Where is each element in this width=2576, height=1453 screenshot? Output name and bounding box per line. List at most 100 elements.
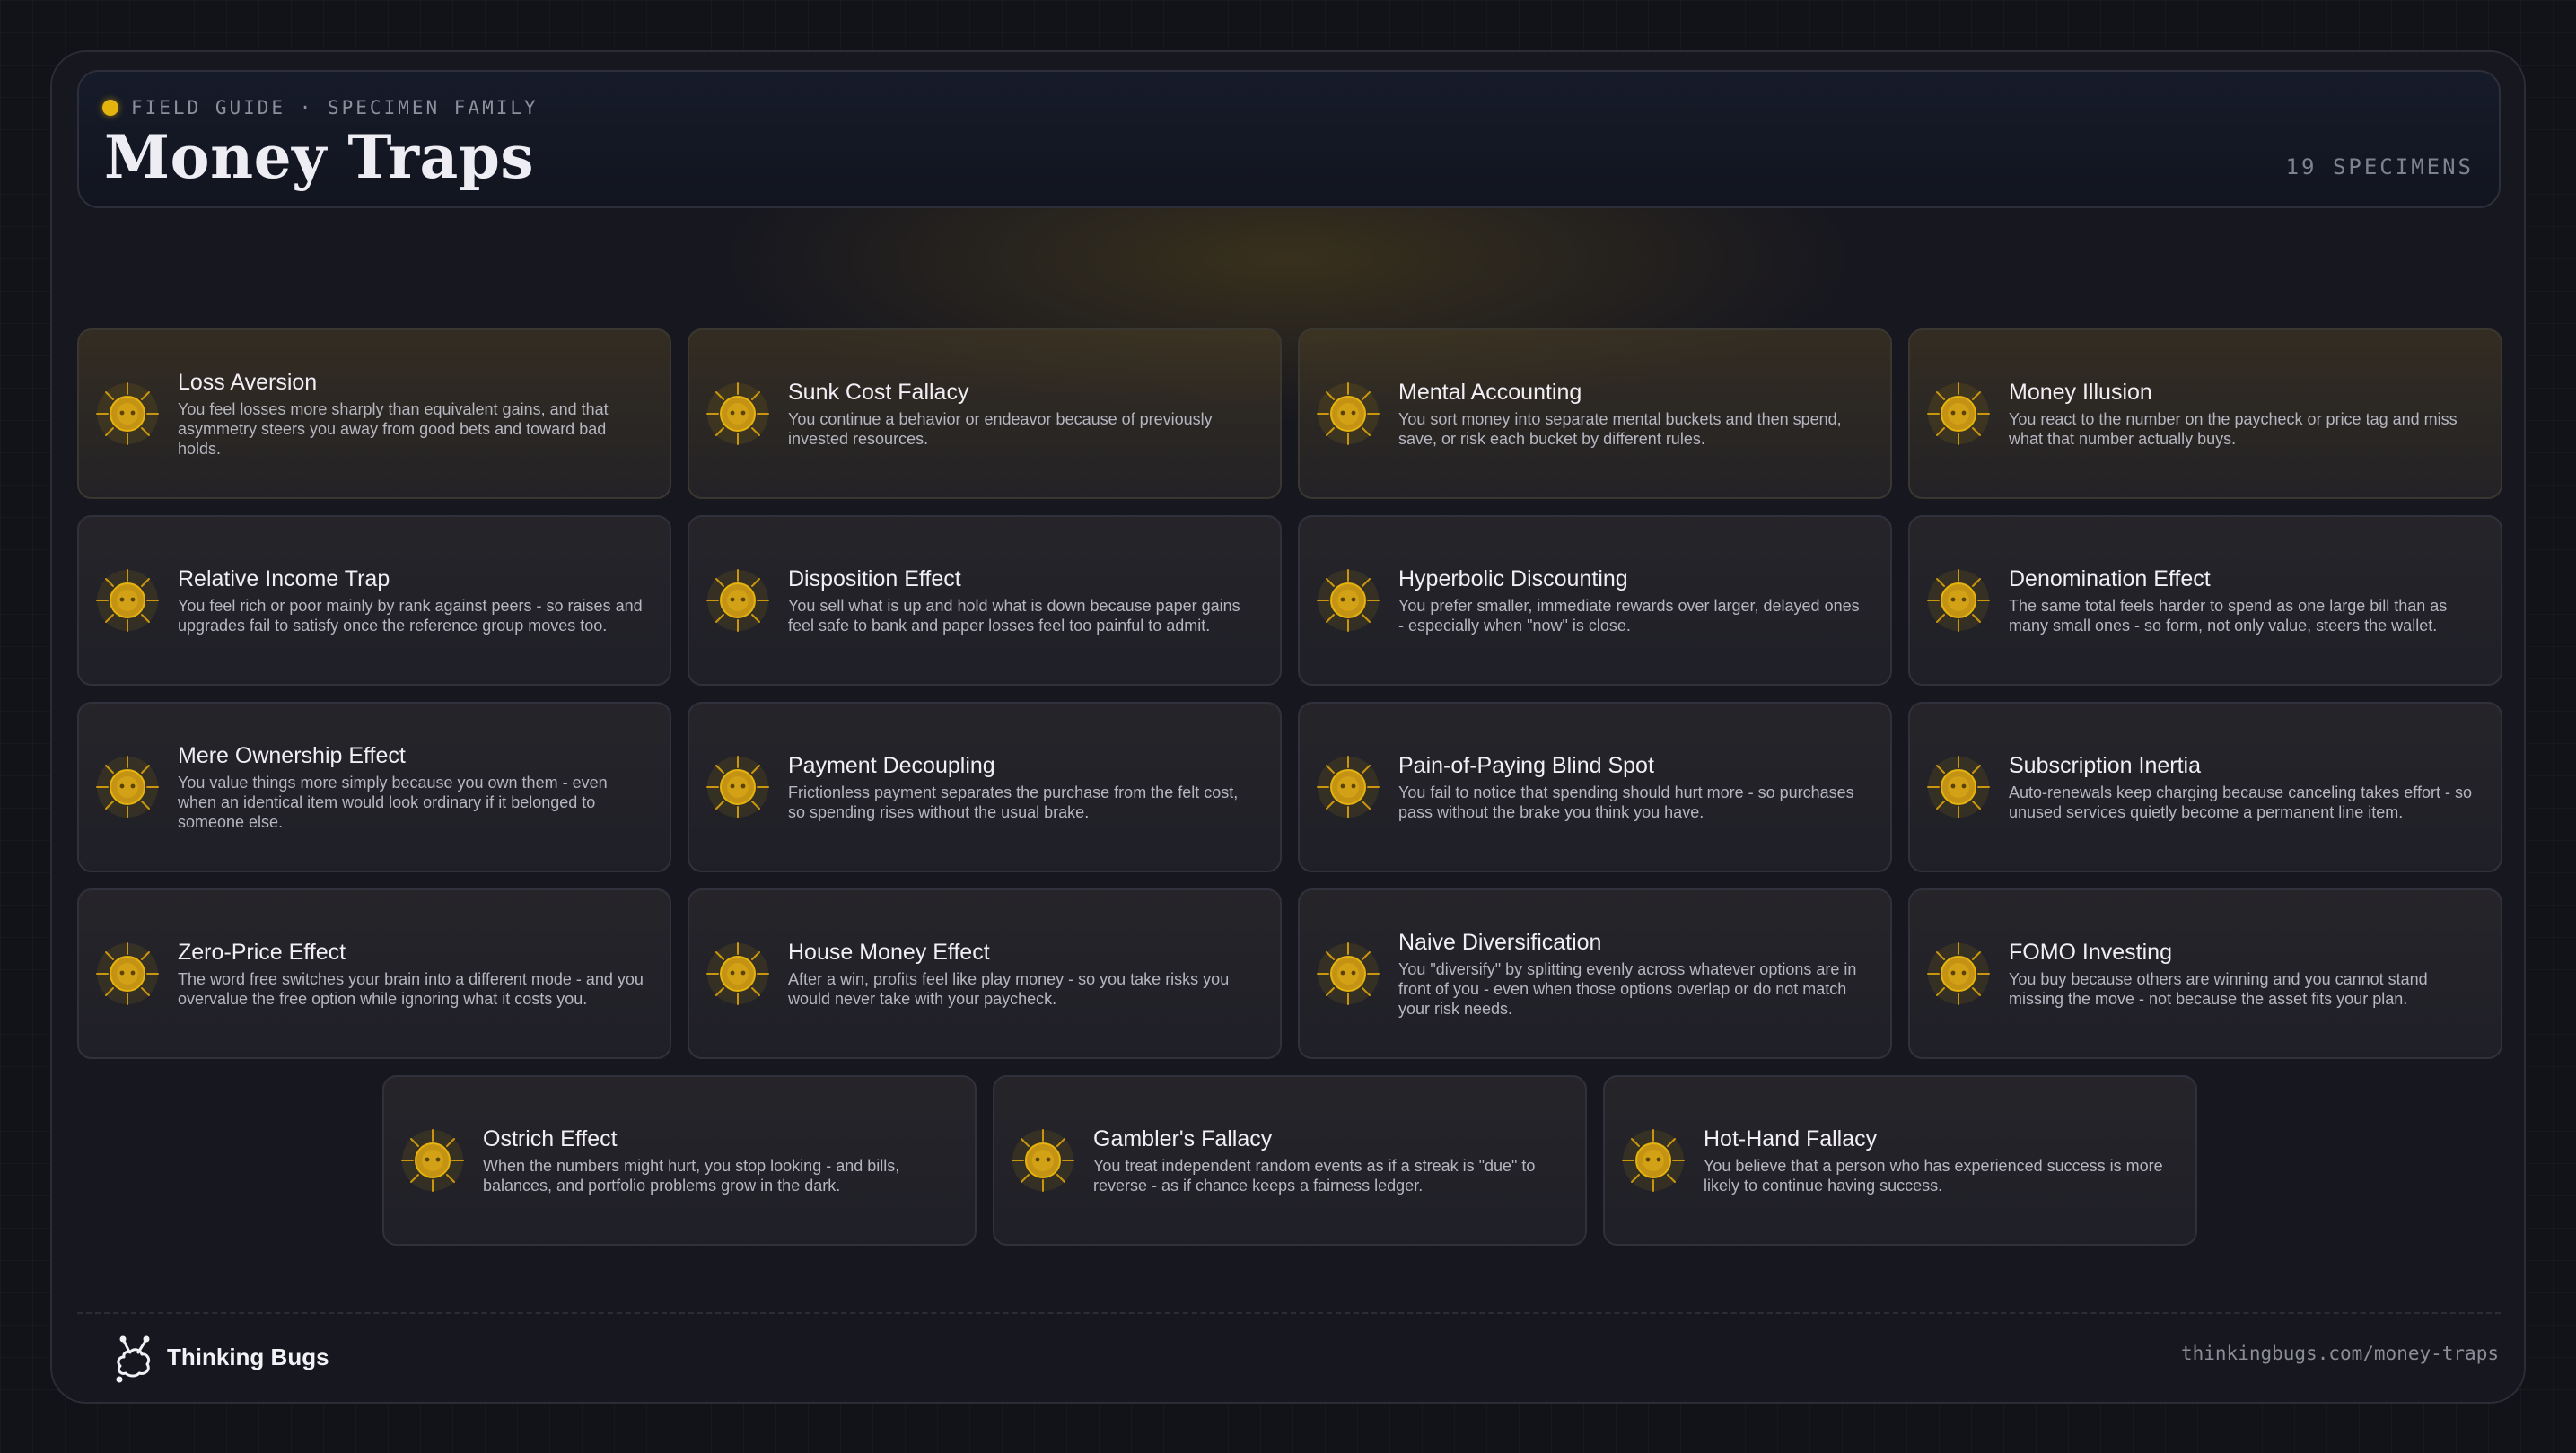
specimen-description: You prefer smaller, immediate rewards ov… [1398,596,1860,635]
specimen-name: Mere Ownership Effect [178,742,406,768]
card-text: Hot-Hand Fallacy You believe that a perso… [1704,1126,2172,1195]
brand-name: Thinking Bugs [167,1343,329,1370]
thinking-bugs-logo-icon [116,1335,151,1383]
bug-specimen-icon [1923,378,1994,450]
card-text: Pain-of-Paying Blind Spot You fail to not… [1398,753,1867,822]
bug-specimen-icon [1923,751,1994,823]
bug-specimen-icon [92,565,163,636]
bug-specimen-icon [92,378,163,450]
bug-specimen-icon [1312,751,1384,823]
specimen-card[interactable]: Disposition Effect You sell what is up an… [688,515,1282,686]
card-text: Relative Income Trap You feel rich or poo… [178,566,646,635]
specimen-name: Hyperbolic Discounting [1398,565,1628,591]
card-text: Denomination Effect The same total feels … [2009,566,2477,635]
specimen-card[interactable]: Denomination Effect The same total feels … [1908,515,2502,686]
specimen-name: Money Illusion [2009,379,2152,405]
specimen-count: 19 SPECIMENS [2285,154,2474,179]
card-text: Loss Aversion You feel losses more sharpl… [178,370,646,459]
specimen-card[interactable]: Payment Decoupling Frictionless payment s… [688,702,1282,872]
eyebrow-label: FIELD GUIDE · SPECIMEN FAMILY [131,97,539,118]
card-text: FOMO Investing You buy because others are… [2009,940,2477,1009]
card-text: Sunk Cost Fallacy You continue a behavior… [788,380,1257,449]
specimen-card[interactable]: Zero-Price Effect The word free switches … [77,888,671,1059]
specimen-name: Payment Decoupling [788,752,995,778]
card-text: Naive Diversification You "diversify" by … [1398,930,1867,1019]
card-text: Mental Accounting You sort money into sep… [1398,380,1867,449]
specimen-description: You feel losses more sharply than equiva… [178,399,609,458]
card-text: Payment Decoupling Frictionless payment s… [788,753,1257,822]
specimen-card[interactable]: FOMO Investing You buy because others are… [1908,888,2502,1059]
bug-specimen-icon [397,1125,469,1196]
specimen-description: You value things more simply because you… [178,773,608,831]
bug-specimen-icon [1312,378,1384,450]
specimen-card[interactable]: Mental Accounting You sort money into sep… [1298,328,1892,499]
bug-specimen-icon [702,938,774,1010]
specimen-card[interactable]: Hyperbolic Discounting You prefer smaller… [1298,515,1892,686]
bug-specimen-icon [702,751,774,823]
header-panel: FIELD GUIDE · SPECIMEN FAMILY Money Trap… [77,70,2501,208]
specimen-card[interactable]: Gambler's Fallacy You treat independent r… [993,1075,1587,1246]
bug-specimen-icon [1923,938,1994,1010]
specimen-name: Sunk Cost Fallacy [788,379,969,405]
field-guide-frame: FIELD GUIDE · SPECIMEN FAMILY Money Trap… [50,50,2526,1404]
specimen-name: Mental Accounting [1398,379,1582,405]
specimen-card[interactable]: Subscription Inertia Auto-renewals keep c… [1908,702,2502,872]
bug-specimen-icon [1007,1125,1079,1196]
specimen-card[interactable]: Mere Ownership Effect You value things mo… [77,702,671,872]
card-text: Subscription Inertia Auto-renewals keep c… [2009,753,2477,822]
card-text: Hyperbolic Discounting You prefer smaller… [1398,566,1867,635]
page-title: Money Traps [104,122,535,192]
specimen-card[interactable]: House Money Effect After a win, profits f… [688,888,1282,1059]
specimen-description: You treat independent random events as i… [1093,1156,1536,1195]
specimen-name: Ostrich Effect [483,1125,618,1151]
specimen-description: You react to the number on the paycheck … [2009,409,2458,448]
specimen-description: After a win, profits feel like play mone… [788,969,1230,1008]
card-text: Zero-Price Effect The word free switches … [178,940,646,1009]
specimen-description: The word free switches your brain into a… [178,969,644,1008]
specimen-card[interactable]: Sunk Cost Fallacy You continue a behavior… [688,328,1282,499]
specimen-description: When the numbers might hurt, you stop lo… [483,1156,900,1195]
card-text: Money Illusion You react to the number on… [2009,380,2477,449]
footer-url[interactable]: thinkingbugs.com/money-traps [2181,1343,2499,1364]
eyebrow: FIELD GUIDE · SPECIMEN FAMILY [102,97,539,118]
specimen-card[interactable]: Hot-Hand Fallacy You believe that a perso… [1603,1075,2197,1246]
specimen-name: Pain-of-Paying Blind Spot [1398,752,1654,778]
specimen-card[interactable]: Naive Diversification You "diversify" by … [1298,888,1892,1059]
specimen-name: FOMO Investing [2009,939,2172,965]
specimen-description: You sort money into separate mental buck… [1398,409,1842,448]
card-text: Ostrich Effect When the numbers might hur… [483,1126,951,1195]
specimen-card[interactable]: Money Illusion You react to the number on… [1908,328,2502,499]
specimen-description: Frictionless payment separates the purch… [788,783,1239,821]
specimen-card[interactable]: Pain-of-Paying Blind Spot You fail to not… [1298,702,1892,872]
specimen-name: Hot-Hand Fallacy [1704,1125,1878,1151]
specimen-name: Subscription Inertia [2009,752,2202,778]
specimen-description: You sell what is up and hold what is dow… [788,596,1240,635]
specimen-name: Denomination Effect [2009,565,2211,591]
bug-specimen-icon [1923,565,1994,636]
bug-specimen-icon [1312,938,1384,1010]
card-text: House Money Effect After a win, profits f… [788,940,1257,1009]
brand[interactable]: Thinking Bugs [108,1330,329,1384]
specimen-card[interactable]: Relative Income Trap You feel rich or poo… [77,515,671,686]
bug-specimen-icon [1617,1125,1689,1196]
bug-specimen-icon [702,378,774,450]
specimen-name: Gambler's Fallacy [1093,1125,1273,1151]
bug-specimen-icon [1312,565,1384,636]
card-text: Mere Ownership Effect You value things mo… [178,743,646,832]
specimen-card[interactable]: Ostrich Effect When the numbers might hur… [382,1075,977,1246]
bug-specimen-icon [702,565,774,636]
specimen-name: Naive Diversification [1398,929,1602,955]
bug-specimen-icon [92,751,163,823]
specimen-description: You continue a behavior or endeavor beca… [788,409,1213,448]
specimen-name: House Money Effect [788,939,990,965]
specimen-name: Loss Aversion [178,369,318,395]
specimen-name: Disposition Effect [788,565,961,591]
specimen-description: Auto-renewals keep charging because canc… [2009,783,2472,821]
footer-divider [77,1312,2501,1314]
specimen-description: The same total feels harder to spend as … [2009,596,2448,635]
status-dot-icon [102,100,118,116]
specimen-description: You feel rich or poor mainly by rank aga… [178,596,643,635]
specimen-description: You "diversify" by splitting evenly acro… [1398,959,1857,1018]
specimen-card[interactable]: Loss Aversion You feel losses more sharpl… [77,328,671,499]
specimen-description: You believe that a person who has experi… [1704,1156,2163,1195]
